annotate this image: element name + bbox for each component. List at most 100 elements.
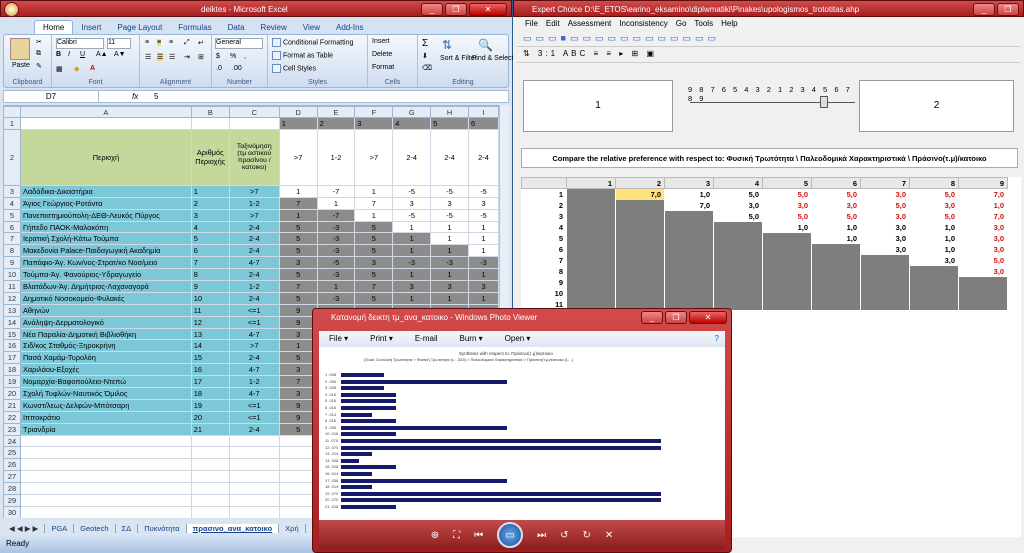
matrix-cell[interactable] bbox=[860, 254, 910, 266]
align-center-icon[interactable]: ☰ bbox=[157, 53, 164, 61]
cell[interactable]: 5 bbox=[278, 220, 318, 234]
cell[interactable]: >7 bbox=[228, 184, 280, 198]
matrix-cell[interactable] bbox=[713, 254, 763, 266]
matrix-cell[interactable] bbox=[566, 199, 616, 211]
cell[interactable]: 21 bbox=[190, 422, 230, 436]
menu-assessment[interactable]: Assessment bbox=[568, 17, 612, 31]
matrix-cell[interactable]: 1,0 bbox=[664, 188, 714, 200]
cell[interactable]: Αθηνών bbox=[19, 303, 192, 317]
cell[interactable]: 5 bbox=[354, 232, 394, 246]
cell[interactable]: 2-4 bbox=[228, 268, 280, 282]
cell[interactable]: 1 bbox=[430, 244, 469, 258]
cell[interactable]: Χαριλάου-Εξοχές bbox=[19, 363, 192, 377]
cell[interactable]: Νομαρχία-Βαφοπούλειο-Ντεπώ bbox=[19, 375, 192, 389]
cell[interactable]: 1 bbox=[278, 117, 318, 130]
ec-toolbar-2[interactable]: ⇅ 3:1 ABC ≡ ≡ ▸ ⊞ ▣ bbox=[517, 49, 1020, 63]
row-header[interactable]: 4 bbox=[3, 196, 21, 210]
pv-menu-print[interactable]: Print ▾ bbox=[370, 331, 393, 347]
row-header[interactable]: 9 bbox=[3, 256, 21, 270]
row-header[interactable]: 29 bbox=[3, 494, 21, 507]
matrix-cell[interactable] bbox=[615, 254, 665, 266]
cell[interactable]: 1-2 bbox=[228, 196, 280, 210]
cell[interactable]: 2 bbox=[190, 196, 230, 210]
restore-icon[interactable]: ❐ bbox=[665, 311, 687, 324]
matrix-cell[interactable] bbox=[615, 243, 665, 255]
conditional-formatting-button[interactable]: Conditional Formatting bbox=[272, 38, 353, 47]
align-top-icon[interactable]: ≡ bbox=[145, 39, 149, 46]
matrix-cell[interactable]: 7,0 bbox=[958, 188, 1008, 200]
pv-menu-open[interactable]: Open ▾ bbox=[505, 331, 531, 347]
matrix-cell[interactable]: 7,0 bbox=[664, 199, 714, 211]
office-button-icon[interactable] bbox=[4, 2, 19, 17]
cell[interactable]: 2-4 bbox=[228, 232, 280, 246]
matrix-cell[interactable] bbox=[566, 243, 616, 255]
cell[interactable]: <=1 bbox=[228, 410, 280, 424]
matrix-cell[interactable] bbox=[811, 298, 861, 310]
cell[interactable]: 1 bbox=[392, 220, 432, 234]
cell[interactable]: 5 bbox=[354, 291, 394, 305]
matrix-col-header[interactable]: 2 bbox=[615, 177, 665, 189]
matrix-row-header[interactable]: 10 bbox=[521, 287, 567, 299]
header-cell[interactable]: 2-4 bbox=[430, 128, 469, 186]
cell[interactable]: 12 bbox=[190, 315, 230, 329]
cell[interactable]: 1 bbox=[392, 291, 432, 305]
cell[interactable]: 3 bbox=[354, 256, 394, 270]
cell[interactable] bbox=[190, 494, 230, 507]
italic-icon[interactable]: I bbox=[68, 51, 70, 58]
cell[interactable]: Βλατάδων-Άγ. Δημήτριος-Λαχαναγορά bbox=[19, 280, 192, 293]
cell[interactable]: 4-7 bbox=[228, 256, 280, 270]
matrix-cell[interactable] bbox=[860, 287, 910, 299]
cell[interactable]: Ανάληψη-Δερματολογικό bbox=[19, 315, 192, 329]
ec-toolbar-1[interactable]: ▭▭▭■▭▭▭▭▭▭▭▭▭▭▭▭ bbox=[517, 33, 1020, 47]
cell[interactable]: 6 bbox=[468, 117, 499, 130]
sheet-tab[interactable]: Geotech bbox=[74, 523, 116, 533]
font-size-select[interactable]: 11 bbox=[107, 38, 131, 49]
cell[interactable] bbox=[19, 458, 192, 472]
row-header[interactable]: 28 bbox=[3, 482, 21, 496]
cell[interactable]: 4-7 bbox=[228, 363, 280, 377]
tab-home[interactable]: Home bbox=[34, 20, 74, 34]
cell[interactable]: 11 bbox=[190, 303, 230, 317]
cell[interactable]: -5 bbox=[430, 208, 469, 222]
tab-addins[interactable]: Add-Ins bbox=[328, 21, 372, 34]
wrap-text-icon[interactable]: ↵ bbox=[198, 39, 204, 47]
cell[interactable] bbox=[19, 482, 192, 496]
cell[interactable]: 19 bbox=[190, 398, 230, 412]
row-header[interactable]: 24 bbox=[3, 434, 21, 448]
cell[interactable]: 1 bbox=[430, 268, 469, 282]
grow-font-icon[interactable]: A▲ bbox=[96, 51, 108, 58]
cell[interactable]: 1 bbox=[468, 232, 499, 246]
row-header[interactable]: 16 bbox=[3, 339, 21, 353]
cell[interactable]: 5 bbox=[430, 117, 469, 130]
cell[interactable]: <=1 bbox=[228, 303, 280, 317]
row-header[interactable]: 23 bbox=[3, 422, 21, 436]
cell[interactable]: -3 bbox=[430, 256, 469, 270]
cell[interactable] bbox=[228, 505, 280, 518]
matrix-row-header[interactable]: 3 bbox=[521, 210, 567, 222]
row-header[interactable]: 2 bbox=[3, 128, 21, 186]
cell[interactable]: 3 bbox=[392, 280, 432, 293]
matrix-cell[interactable]: 3,0 bbox=[713, 199, 763, 211]
col-header[interactable]: D bbox=[278, 106, 318, 118]
matrix-row-header[interactable]: 4 bbox=[521, 221, 567, 233]
cell[interactable]: 18 bbox=[190, 387, 230, 400]
sheet-tab-active[interactable]: πρασινο_ανα_κατοικο bbox=[186, 523, 280, 533]
formula-input[interactable]: 5 bbox=[154, 91, 158, 102]
matrix-cell[interactable] bbox=[615, 221, 665, 233]
copy-icon[interactable]: ⧉ bbox=[36, 50, 41, 58]
matrix-col-header[interactable]: 9 bbox=[958, 177, 1008, 189]
decrease-decimal-icon[interactable]: .00 bbox=[232, 65, 242, 72]
matrix-row-header[interactable]: 9 bbox=[521, 276, 567, 288]
cell[interactable]: 5 bbox=[354, 268, 394, 282]
row-header[interactable]: 26 bbox=[3, 458, 21, 472]
matrix-cell[interactable] bbox=[762, 254, 812, 266]
cell[interactable]: 10 bbox=[190, 291, 230, 305]
matrix-cell[interactable] bbox=[811, 254, 861, 266]
matrix-cell[interactable]: 3,0 bbox=[762, 199, 812, 211]
tab-page-layout[interactable]: Page Layout bbox=[109, 21, 170, 34]
matrix-cell[interactable]: 1,0 bbox=[811, 221, 861, 233]
matrix-cell[interactable] bbox=[762, 276, 812, 288]
row-header[interactable]: 3 bbox=[3, 184, 21, 198]
cell[interactable]: 6 bbox=[190, 244, 230, 258]
cell-styles-button[interactable]: Cell Styles bbox=[272, 64, 316, 73]
